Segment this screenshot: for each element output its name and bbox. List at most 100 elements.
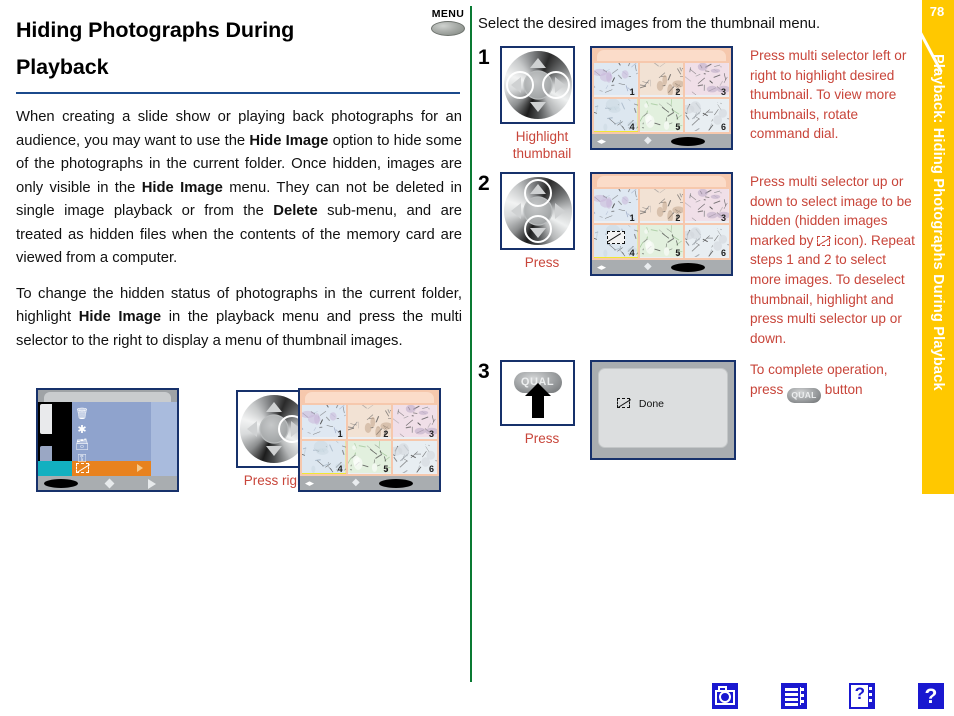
step-2-screen: 1 2 3 4 5 6 ◂▸ ◆: [590, 172, 740, 276]
step-1-screen: 1 2 3 4 5 6 ◂▸ ◆: [590, 46, 740, 150]
hide-image-icon: [817, 235, 831, 246]
step-1-control: Highlight thumbnail: [500, 46, 584, 162]
leftright-indicator-icon: ◂▸: [597, 262, 607, 272]
thumbnail-cell[interactable]: 4: [594, 98, 638, 132]
help-index-dots: [868, 686, 873, 706]
hide-image-icon: [606, 230, 625, 248]
thumbnail-cell[interactable]: 1: [594, 63, 638, 97]
thumbnail-number: 3: [428, 428, 434, 439]
dial-ring-icon: [503, 177, 572, 245]
thumbnail-cell[interactable]: 4: [302, 440, 346, 474]
camera-icon[interactable]: [712, 683, 738, 709]
menu-button-label: MENU: [431, 8, 465, 20]
step-3-caption: Press: [524, 431, 560, 447]
thumbnail-cell[interactable]: 2: [347, 405, 392, 439]
intro-paragraph-2: To change the hidden status of photograp…: [16, 283, 462, 354]
question-mark-icon[interactable]: ?: [917, 683, 944, 709]
menu-list-icon[interactable]: [780, 683, 807, 709]
done-label: Done: [638, 397, 665, 410]
thumbnail-lcd-top-bar: [592, 174, 731, 187]
step-2-text-after-icon: icon). Repeat steps 1 and 2 to select mo…: [750, 232, 915, 346]
list-rail: [799, 687, 804, 705]
step-1-row: 1 Highlight thumbnail 1 2 3 4 5 6 ◂▸ ◆ Press …: [478, 46, 918, 162]
dial-down-arrow-icon: [529, 102, 546, 112]
thumbnail-number: 2: [675, 212, 681, 223]
thumbnail-number: 4: [629, 122, 635, 132]
thumbnail-grid: 1 2 3 4 5 6: [592, 61, 731, 134]
list-line: [784, 698, 798, 701]
thumbnail-cell[interactable]: 6: [685, 224, 729, 258]
thumbnail-lcd-bottom-bar: ◂▸ ◆: [300, 476, 439, 490]
thumbnail-number: 4: [337, 464, 343, 474]
thumbnail-cell[interactable]: 3: [685, 63, 729, 97]
thumbnail-cell[interactable]: 4: [594, 224, 638, 258]
step-1-text: Press multi selector left or right to hi…: [750, 48, 907, 142]
press-arrow-icon: [531, 394, 544, 419]
step-3-text-after-button: button: [821, 381, 863, 397]
done-lcd-inner-panel: Done: [598, 368, 728, 449]
dial-left-highlight-ring: [505, 71, 534, 99]
help-index-icon[interactable]: ?: [849, 683, 876, 709]
step-2-number: 2: [478, 172, 490, 195]
delete-icon: 🗑: [75, 408, 89, 420]
thumbnail-cell[interactable]: 2: [639, 63, 684, 97]
done-message: Done: [617, 397, 665, 410]
step-3-row: 3 QUAL Press Done To complete operation,…: [478, 360, 918, 461]
bottom-oval-indicator: [671, 137, 705, 146]
thumbnail-lcd-bottom-bar: ◂▸ ◆: [592, 134, 731, 148]
lcd-updown-indicator: [104, 478, 115, 489]
thumbnail-number: 6: [720, 122, 726, 132]
thumbnail-menu-lcd: 1 2 3 4 5 6 ◂▸ ◆: [298, 388, 441, 492]
thumbnail-number: 5: [675, 122, 681, 132]
step-3-text: To complete operation, press QUAL button: [740, 360, 918, 403]
playback-menu-lcd: 🗑 ✱ 🗃 ⚿ ⎙: [36, 388, 179, 492]
thumbnail-cell[interactable]: 1: [594, 189, 638, 223]
dial-down-highlight-ring: [523, 215, 552, 243]
left-column: Hiding Photographs During Playback When …: [16, 12, 462, 353]
thumbnail-number: 3: [720, 86, 726, 97]
thumbnail-number: 6: [428, 464, 434, 474]
dial-up-arrow-icon: [529, 58, 546, 68]
dial-up-arrow-icon: [265, 402, 282, 412]
thumbnail-number: 2: [675, 86, 681, 97]
thumbnail-lcd-top-bar: [592, 48, 731, 61]
column-divider: [470, 6, 472, 682]
step-2-text: Press multi selector up or down to selec…: [740, 172, 918, 348]
lcd-top-bar: [38, 390, 177, 402]
updown-indicator-icon: ◆: [644, 261, 652, 272]
sidebar-chapter-title: Playback: Hiding Photographs During Play…: [930, 54, 946, 391]
thumbnail-cell[interactable]: 5: [347, 440, 392, 474]
dial-ring-icon: [503, 51, 572, 119]
thumbnail-lcd-top-bar: [300, 390, 439, 403]
menu-button-illustration: MENU: [425, 8, 471, 36]
thumbnail-cell[interactable]: 5: [639, 224, 684, 258]
thumbnail-cell[interactable]: 2: [639, 189, 684, 223]
right-column: Select the desired images from the thumb…: [478, 14, 918, 466]
qual-button-inline-icon: QUAL: [787, 387, 822, 403]
slideshow-icon: ✱: [77, 424, 87, 436]
thumbnail-cell[interactable]: 3: [393, 405, 437, 439]
thumbnail-menu-lcd: 1 2 3 4 5 6 ◂▸ ◆: [590, 172, 733, 276]
dial-down-arrow-icon: [265, 446, 282, 456]
leftright-indicator-icon: ◂▸: [305, 478, 315, 488]
list-line: [784, 703, 798, 706]
lcd-right-shade: [151, 402, 177, 476]
thumbnail-cell[interactable]: 6: [685, 98, 729, 132]
done-confirmation-lcd: Done: [590, 360, 736, 461]
thumbnail-number: 3: [720, 212, 726, 223]
step-3-control: QUAL Press: [500, 360, 584, 447]
lcd-right-indicator: [148, 479, 156, 489]
lcd-body: 🗑 ✱ 🗃 ⚿ ⎙: [38, 402, 177, 489]
folder-icon: 🗃: [75, 439, 89, 451]
bottom-oval-indicator: [671, 263, 705, 272]
step-2-row: 2 Press 1 2 3 456 ◂▸ ◆ Press multi selector…: [478, 172, 918, 348]
thumbnail-lcd-bottom-bar: ◂▸ ◆: [592, 260, 731, 274]
thumbnail-cell[interactable]: 3: [685, 189, 729, 223]
right-column-intro: Select the desired images from the thumb…: [478, 16, 821, 32]
thumbnail-grid: 1 2 3 4 5 6: [592, 187, 731, 260]
step-2-control: Press: [500, 172, 584, 271]
thumbnail-cell[interactable]: 1: [302, 405, 346, 439]
thumbnail-cell[interactable]: 5: [639, 98, 684, 132]
thumbnail-cell[interactable]: 6: [393, 440, 437, 474]
step-1-multi-selector-dial: [500, 46, 575, 124]
